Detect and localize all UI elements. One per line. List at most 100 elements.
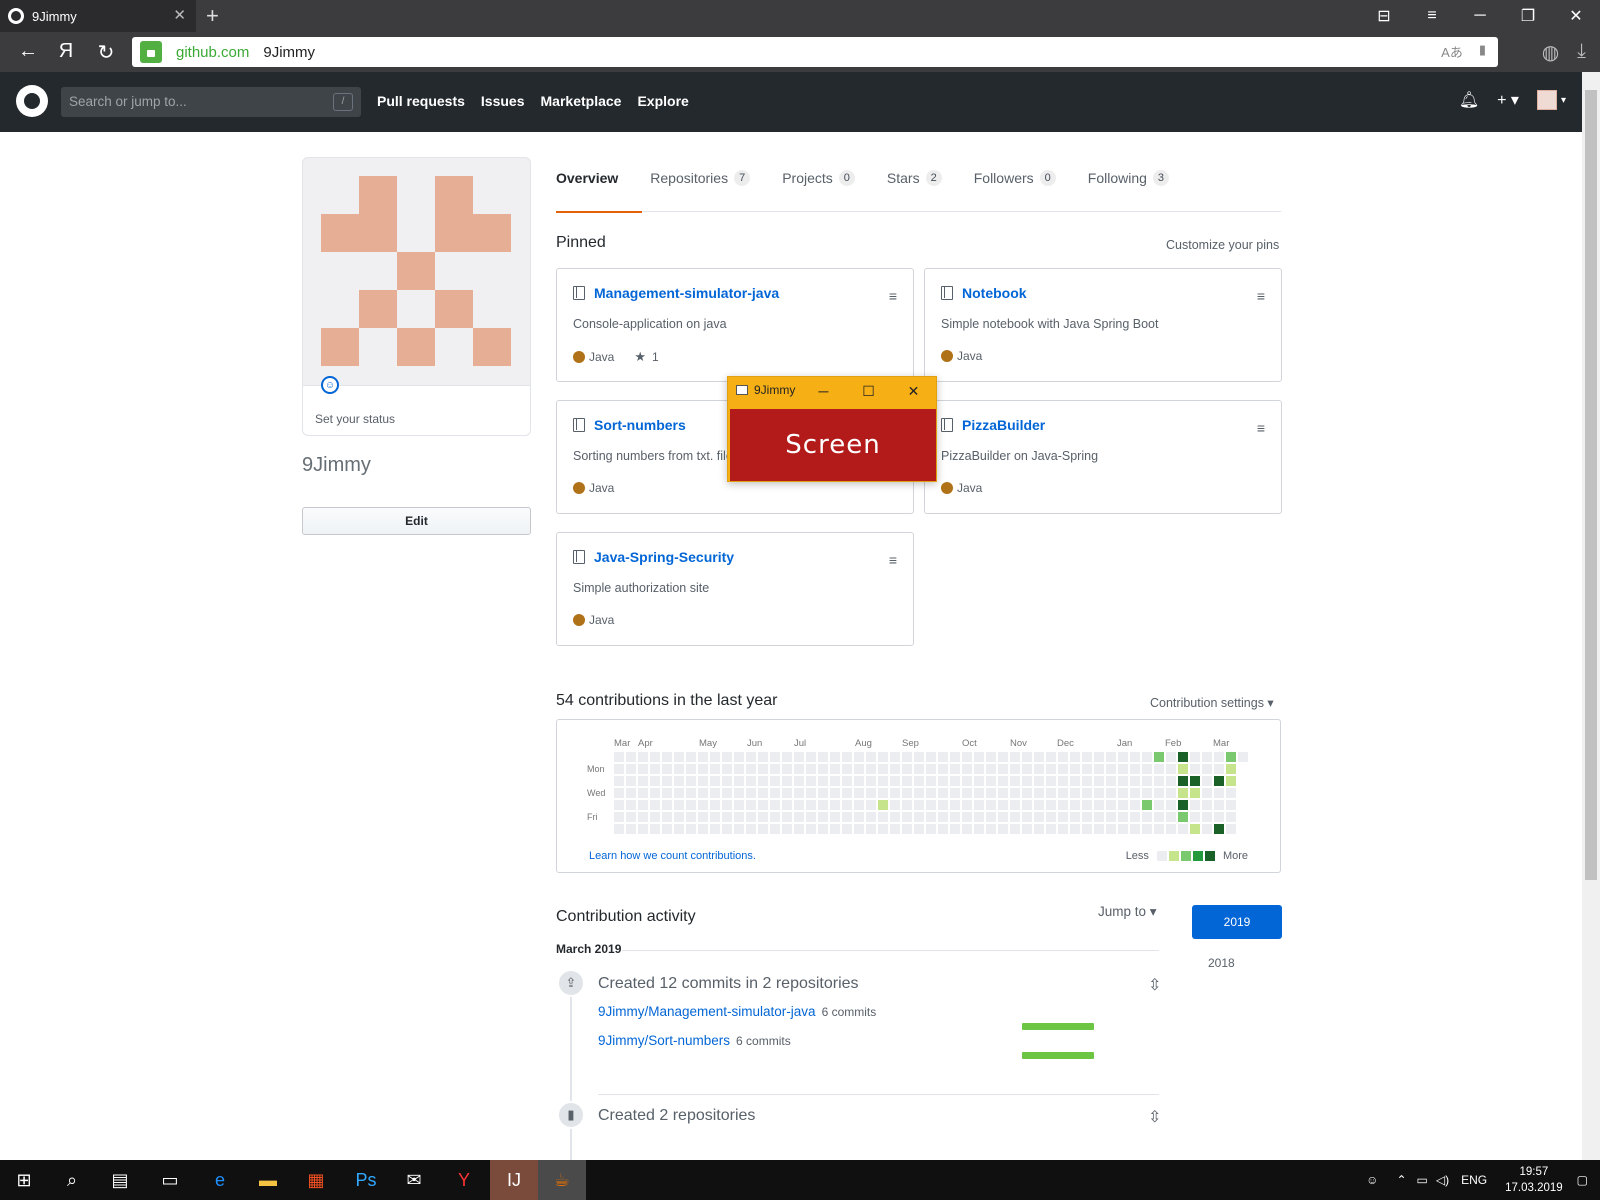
contribution-day[interactable] [674,788,684,798]
contribution-day[interactable] [638,788,648,798]
contribution-day[interactable] [1142,800,1152,810]
contribution-settings-dropdown[interactable]: Contribution settings ▾ [1150,695,1274,710]
network-icon[interactable]: ▭ [1417,1173,1428,1187]
contribution-day[interactable] [854,800,864,810]
contribution-day[interactable] [662,764,672,774]
contribution-day[interactable] [1118,824,1128,834]
contribution-day[interactable] [650,788,660,798]
contribution-day[interactable] [974,752,984,762]
yandex-home-icon[interactable]: Я [54,40,78,63]
contribution-day[interactable] [938,812,948,822]
contribution-day[interactable] [794,776,804,786]
contribution-day[interactable] [794,764,804,774]
activity-repo-link[interactable]: 9Jimmy/Sort-numbers [598,1033,730,1048]
contribution-day[interactable] [638,824,648,834]
contribution-day[interactable] [638,800,648,810]
contribution-day[interactable] [662,824,672,834]
contribution-day[interactable] [818,800,828,810]
restore-icon[interactable]: ❐ [1504,0,1552,32]
contribution-day[interactable] [1154,752,1164,762]
contribution-day[interactable] [1190,800,1200,810]
contribution-day[interactable] [722,764,732,774]
contribution-day[interactable] [1130,800,1140,810]
contribution-day[interactable] [926,824,936,834]
contribution-day[interactable] [854,788,864,798]
contribution-day[interactable] [734,800,744,810]
profile-avatar[interactable] [302,157,531,386]
contribution-day[interactable] [758,812,768,822]
contribution-day[interactable] [818,812,828,822]
contribution-day[interactable] [902,788,912,798]
drag-handle-icon[interactable]: ≡ [889,288,897,304]
contribution-day[interactable] [1130,764,1140,774]
contribution-day[interactable] [878,752,888,762]
contribution-day[interactable] [1166,800,1176,810]
contribution-day[interactable] [1046,788,1056,798]
contribution-day[interactable] [818,776,828,786]
contribution-day[interactable] [806,824,816,834]
contribution-day[interactable] [998,824,1008,834]
contribution-day[interactable] [962,800,972,810]
contribution-day[interactable] [746,752,756,762]
contribution-day[interactable] [1034,824,1044,834]
contribution-day[interactable] [698,824,708,834]
contribution-day[interactable] [1142,824,1152,834]
contribution-day[interactable] [710,824,720,834]
nav-issues[interactable]: Issues [481,93,525,109]
contribution-day[interactable] [794,800,804,810]
contribution-day[interactable] [770,776,780,786]
contribution-day[interactable] [854,752,864,762]
contribution-day[interactable] [866,824,876,834]
contribution-day[interactable] [1178,752,1188,762]
repo-link[interactable]: Notebook [962,285,1027,301]
contribution-day[interactable] [650,752,660,762]
contribution-day[interactable] [686,776,696,786]
contribution-day[interactable] [1226,788,1236,798]
contribution-day[interactable] [614,788,624,798]
tab-followers[interactable]: Followers 0 [974,168,1072,212]
commit-count[interactable]: 6 commits [822,1005,877,1019]
contribution-day[interactable] [1166,764,1176,774]
contribution-day[interactable] [938,788,948,798]
contribution-day[interactable] [1034,788,1044,798]
contribution-day[interactable] [782,800,792,810]
contribution-day[interactable] [614,800,624,810]
contribution-day[interactable] [830,752,840,762]
contribution-day[interactable] [1046,764,1056,774]
contribution-day[interactable] [722,824,732,834]
contribution-day[interactable] [782,788,792,798]
contribution-day[interactable] [722,776,732,786]
contribution-day[interactable] [878,764,888,774]
contribution-day[interactable] [1226,764,1236,774]
contribution-day[interactable] [1154,776,1164,786]
contribution-day[interactable] [902,776,912,786]
contribution-day[interactable] [818,788,828,798]
contribution-day[interactable] [1082,788,1092,798]
year-2019-button[interactable]: 2019 [1192,905,1282,939]
contribution-day[interactable] [986,800,996,810]
contribution-day[interactable] [1010,824,1020,834]
windows-start-icon[interactable]: ⊞ [0,1160,48,1200]
contribution-day[interactable] [770,812,780,822]
contribution-day[interactable] [902,764,912,774]
contribution-day[interactable] [962,764,972,774]
contribution-day[interactable] [950,800,960,810]
contribution-day[interactable] [1106,812,1116,822]
contribution-day[interactable] [1226,824,1236,834]
contribution-day[interactable] [1202,764,1212,774]
contribution-day[interactable] [1022,764,1032,774]
contribution-day[interactable] [878,812,888,822]
contribution-day[interactable] [1202,824,1212,834]
contribution-day[interactable] [626,788,636,798]
contribution-day[interactable] [842,800,852,810]
bookmarks-panel-icon[interactable]: ⊟ [1360,0,1408,32]
contribution-day[interactable] [1094,824,1104,834]
close-window-icon[interactable]: ✕ [1552,0,1600,32]
contribution-day[interactable] [674,764,684,774]
contribution-day[interactable] [998,764,1008,774]
contribution-day[interactable] [806,812,816,822]
contribution-day[interactable] [1118,764,1128,774]
contribution-day[interactable] [878,788,888,798]
contribution-day[interactable] [1106,752,1116,762]
contribution-day[interactable] [770,752,780,762]
